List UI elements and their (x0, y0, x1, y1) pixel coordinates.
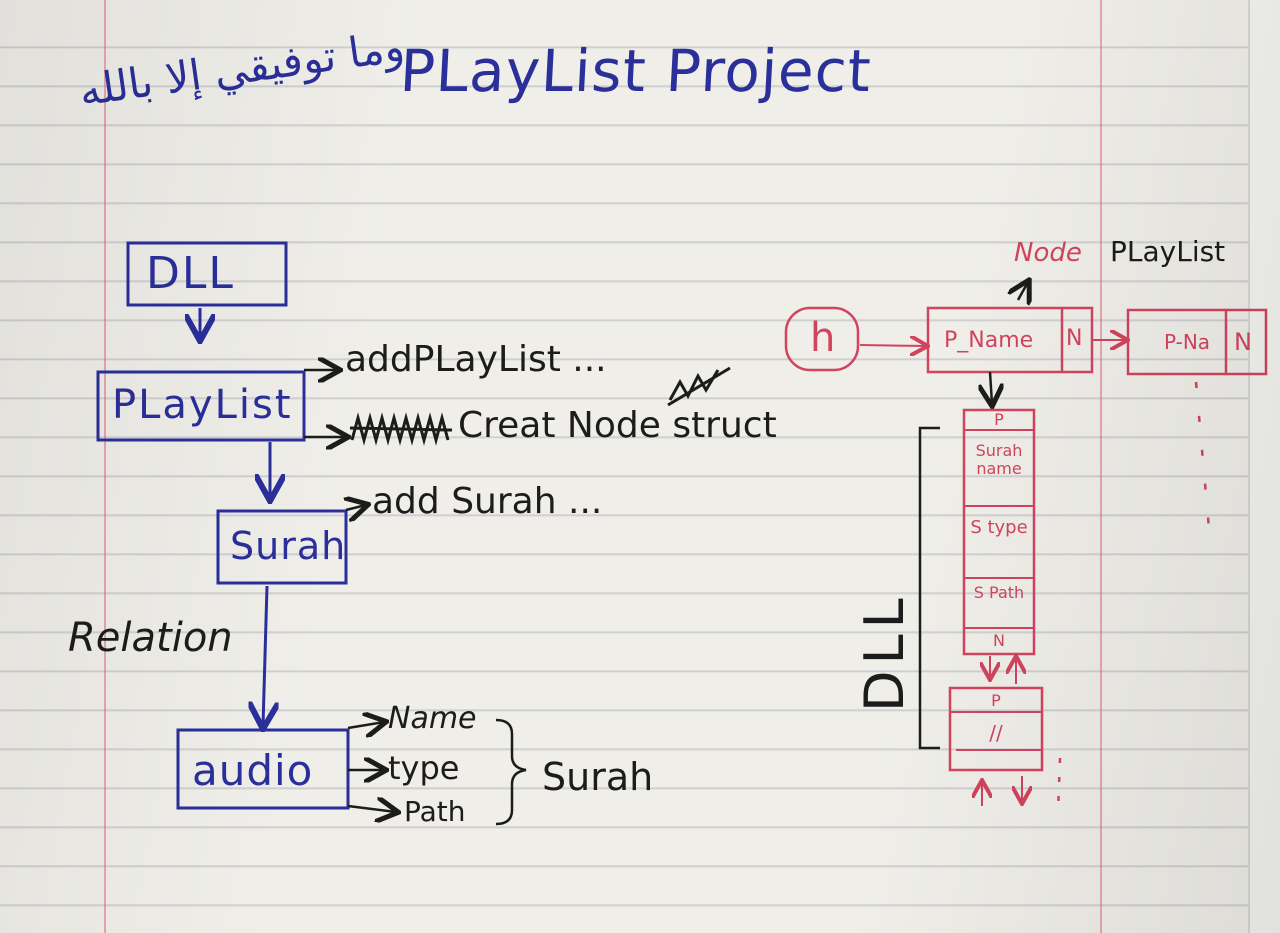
page-title: PLayList Project (398, 37, 874, 105)
field-type: type (388, 749, 460, 787)
surah-cell-type: S type (970, 517, 1028, 538)
surah-cell-name: Surah name (975, 441, 1023, 479)
surah-group-label: Surah (542, 755, 654, 799)
head-label: h (810, 315, 836, 361)
audio-fields-brace (495, 718, 527, 826)
surah-cell-path: S Path (973, 583, 1025, 602)
dll-bracket (918, 426, 940, 750)
arrow-to-caption (1018, 282, 1028, 300)
second-cell-p: P (991, 691, 1001, 710)
audio-label: audio (192, 746, 314, 795)
scribble-crossout (349, 412, 453, 446)
arrow-surah-audio (263, 585, 267, 726)
dots-bottom (1056, 757, 1062, 813)
scribble-crossout-2 (667, 366, 731, 407)
arrow-path (347, 806, 396, 812)
field-path: Path (404, 795, 466, 828)
arrow-name (347, 722, 384, 728)
add-playlist-action: addPLayList ... (345, 339, 607, 380)
dll-vertical-label: DLL (853, 592, 916, 712)
relation-label: Relation (68, 615, 233, 661)
surah-cell-next: N (993, 631, 1005, 650)
node-caption-black: PLayList (1110, 235, 1226, 268)
second-cell-body: // (989, 721, 1003, 745)
field-name: Name (388, 701, 477, 736)
surah-cell-p: P (994, 410, 1004, 429)
arrow-head-node (859, 345, 926, 346)
create-node-action: Creat Node struct (458, 405, 777, 446)
node2-continuation (1194, 381, 1212, 541)
node-caption-red: Node (1014, 238, 1082, 268)
node1-next: N (1066, 326, 1083, 351)
add-surah-action: add Surah ... (372, 481, 603, 522)
dll-label: DLL (146, 248, 235, 299)
arrow-addsurah (346, 505, 366, 510)
arrow-node-surah (990, 371, 992, 404)
surah-label: Surah (230, 524, 347, 568)
playlist-label: PLayList (112, 382, 293, 428)
notebook-page: وما توفيقي إلا بالله PLayList Project DL… (0, 0, 1280, 933)
node2-field: P-Na (1164, 330, 1211, 354)
node1-field: P_Name (944, 328, 1034, 353)
node2-next: N (1234, 328, 1252, 356)
